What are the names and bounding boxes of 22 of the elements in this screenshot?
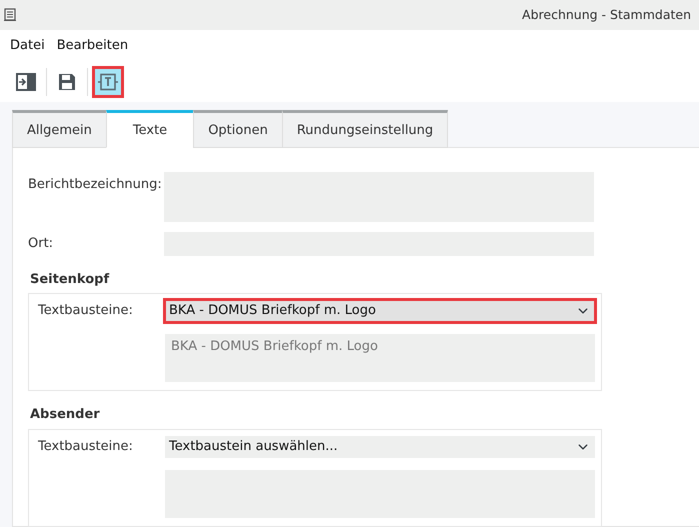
menu-item[interactable]: Datei	[10, 36, 45, 56]
tab[interactable]: Texte	[106, 110, 194, 148]
text-field-icon	[98, 73, 118, 91]
menu-item[interactable]: Bearbeiten	[56, 36, 128, 56]
preview-text: BKA - DOMUS Briefkopf m. Logo	[171, 339, 378, 354]
document-icon	[4, 8, 16, 22]
section-heading: Absender	[30, 406, 101, 424]
dropdown[interactable]: Textbaustein auswählen...	[165, 436, 595, 458]
window-title: Abrechnung - Stammdaten	[522, 6, 691, 24]
dropdown[interactable]: BKA - DOMUS Briefkopf m. Logo	[165, 300, 595, 322]
tab[interactable]: Optionen	[193, 110, 283, 148]
field-label: Ort:	[28, 234, 54, 252]
section-heading: Seitenkopf	[30, 270, 110, 288]
exit-icon	[16, 73, 36, 91]
tab[interactable]: Rundungseinstellung	[282, 110, 448, 148]
toolbar-button[interactable]	[92, 66, 124, 98]
field-label: Textbausteine:	[38, 438, 134, 456]
tab[interactable]: Allgemein	[12, 110, 107, 148]
field-label: Berichtbezeichnung:	[28, 176, 163, 194]
field-label: Textbausteine:	[38, 302, 134, 320]
save-icon	[58, 73, 76, 91]
text-area[interactable]: BKA - DOMUS Briefkopf m. Logo	[165, 334, 595, 382]
